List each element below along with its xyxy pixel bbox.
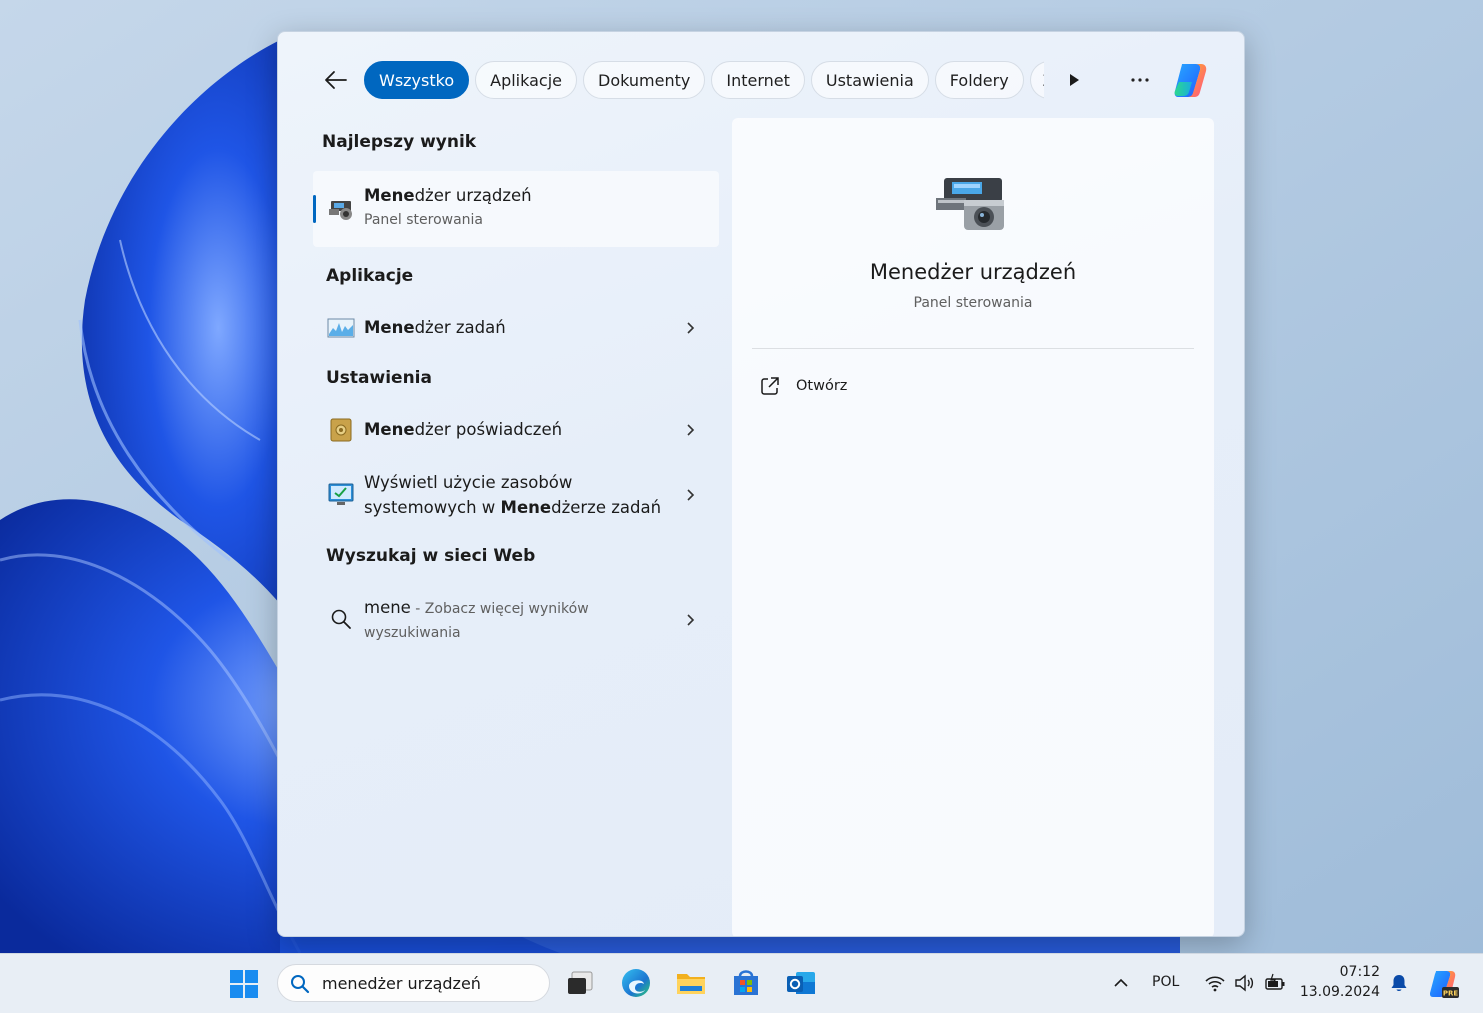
chevron-right-icon	[687, 424, 695, 436]
taskbar: POL 07:12 13.09.2024 PRE	[0, 953, 1483, 1013]
open-action-label: Otwórz	[796, 378, 848, 394]
svg-text:PRE: PRE	[1443, 990, 1459, 998]
scroll-tabs-button[interactable]	[1062, 68, 1086, 92]
section-best-result: Najlepszy wynik	[322, 132, 477, 152]
credential-manager-icon	[330, 418, 352, 442]
preview-subtitle: Panel sterowania	[913, 295, 1033, 311]
app-item-label: Menedżer zadań	[364, 318, 506, 337]
settings-item-line1: Wyświetl użycie zasobów	[364, 473, 573, 492]
windows-start-icon[interactable]	[228, 968, 260, 1000]
more-dots-icon	[1131, 78, 1149, 82]
play-arrow-icon	[1070, 74, 1079, 86]
tab-folders[interactable]: Foldery	[934, 61, 1024, 99]
system-clock[interactable]: 07:12 13.09.2024	[1296, 962, 1380, 1002]
chevron-right-icon	[687, 614, 695, 626]
outlook-icon[interactable]	[784, 966, 818, 1000]
settings-item-line2: systemowych w Menedżerze zadań	[364, 498, 662, 517]
task-manager-icon	[327, 318, 355, 338]
chevron-right-icon	[687, 322, 695, 334]
taskbar-search-box[interactable]	[277, 964, 550, 1002]
wifi-icon[interactable]	[1204, 972, 1226, 994]
battery-icon[interactable]	[1264, 972, 1286, 994]
preview-divider	[752, 348, 1194, 349]
chevron-up-icon[interactable]	[1110, 972, 1132, 994]
file-explorer-icon[interactable]	[674, 966, 708, 1000]
chevron-right-icon	[687, 489, 695, 501]
notification-bell-icon[interactable]	[1388, 972, 1410, 994]
best-result-subtitle: Panel sterowania	[364, 212, 483, 228]
selection-indicator	[313, 195, 316, 223]
resource-monitor-icon	[328, 483, 354, 505]
device-manager-icon	[329, 201, 352, 220]
section-apps: Aplikacje	[326, 266, 414, 286]
back-button[interactable]	[318, 64, 354, 96]
web-search-line2: wyszukiwania	[364, 625, 461, 641]
settings-item-credential-manager[interactable]: Menedżer poświadczeń	[313, 412, 719, 448]
search-window: Wszystko Aplikacje Dokumenty Internet Us…	[277, 31, 1245, 937]
copilot-pre-icon[interactable]: PRE	[1426, 968, 1460, 1000]
best-result-item[interactable]: Menedżer urządzeń Panel sterowania	[313, 171, 719, 247]
edge-browser-icon[interactable]	[619, 966, 653, 1000]
settings-item-label: Menedżer poświadczeń	[364, 420, 563, 439]
search-icon	[291, 975, 310, 994]
tab-clipped[interactable]: Zd	[1029, 61, 1044, 99]
back-arrow-icon	[325, 71, 347, 89]
clock-time: 07:12	[1339, 964, 1380, 980]
language-indicator[interactable]: POL	[1152, 974, 1179, 990]
clock-date: 13.09.2024	[1299, 984, 1380, 1000]
web-search-line1: mene - Zobacz więcej wyników	[364, 598, 589, 617]
preview-pane: Menedżer urządzeń Panel sterowania Otwór…	[732, 118, 1214, 936]
best-result-title: Menedżer urządzeń	[364, 186, 532, 205]
copilot-icon[interactable]	[1170, 60, 1210, 100]
tab-settings[interactable]: Ustawienia	[810, 61, 929, 99]
task-view-icon[interactable]	[564, 966, 598, 1000]
more-options-button[interactable]	[1126, 68, 1154, 92]
filter-tabs: Wszystko Aplikacje Dokumenty Internet Us…	[364, 61, 1044, 101]
section-web: Wyszukaj w sieci Web	[326, 546, 536, 566]
preview-title: Menedżer urządzeń	[869, 260, 1077, 284]
tab-internet[interactable]: Internet	[711, 61, 805, 99]
app-item-task-manager[interactable]: Menedżer zadań	[313, 310, 719, 346]
tab-all[interactable]: Wszystko	[364, 61, 470, 99]
search-icon	[331, 609, 351, 629]
volume-icon[interactable]	[1233, 972, 1255, 994]
external-link-icon	[761, 377, 779, 395]
web-search-item[interactable]: mene - Zobacz więcej wyników wyszukiwani…	[313, 593, 719, 647]
settings-item-resource-usage[interactable]: Wyświetl użycie zasobów systemowych w Me…	[313, 468, 719, 522]
section-settings: Ustawienia	[326, 368, 432, 388]
microsoft-store-icon[interactable]	[729, 966, 763, 1000]
taskbar-search-input[interactable]	[322, 969, 542, 997]
tab-apps[interactable]: Aplikacje	[475, 61, 577, 99]
device-manager-icon	[936, 178, 1004, 230]
tab-documents[interactable]: Dokumenty	[583, 61, 706, 99]
open-action[interactable]: Otwórz	[760, 372, 847, 400]
